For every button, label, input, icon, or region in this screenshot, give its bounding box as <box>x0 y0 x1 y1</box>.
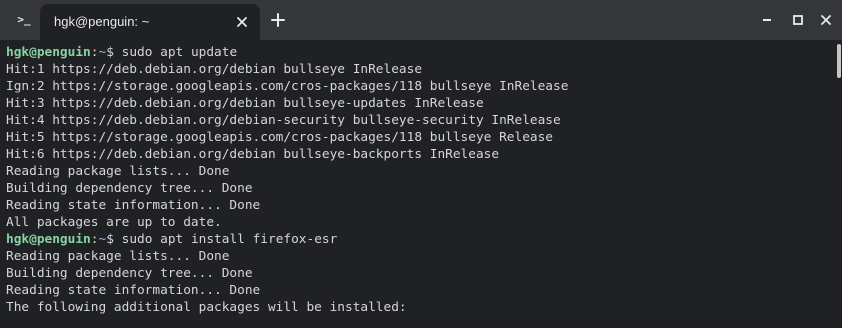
output-line: Reading package lists... Done <box>6 164 230 179</box>
output-line: Building dependency tree... Done <box>6 181 253 196</box>
prompt-line: hgk@penguin:~$ sudo apt update <box>6 44 836 61</box>
close-icon[interactable] <box>234 14 250 30</box>
scrollbar-thumb[interactable] <box>837 44 841 78</box>
output-line: Ign:2 https://storage.googleapis.com/cro… <box>6 79 569 94</box>
output-line: All packages are up to date. <box>6 215 222 230</box>
output-line: Building dependency tree... Done <box>6 266 253 281</box>
terminal-output[interactable]: hgk@penguin:~$ sudo apt update Hit:1 htt… <box>0 40 836 328</box>
prompt-user: hgk@penguin <box>6 45 91 60</box>
prompt-line: hgk@penguin:~$ sudo apt install firefox-… <box>6 231 836 248</box>
terminal-icon[interactable]: >_ <box>13 10 35 30</box>
minimize-icon[interactable] <box>760 13 774 27</box>
terminal-window: >_ hgk@penguin: ~ hgk@penguin:~$ sudo ap… <box>0 0 842 328</box>
tab-title: hgk@penguin: ~ <box>54 14 150 29</box>
command-text: sudo apt update <box>121 45 238 60</box>
prompt-symbol: $ <box>106 45 122 60</box>
tab-terminal[interactable]: hgk@penguin: ~ <box>40 4 260 40</box>
output-line: Hit:1 https://deb.debian.org/debian bull… <box>6 62 423 77</box>
output-line: Hit:5 https://storage.googleapis.com/cro… <box>6 130 554 145</box>
prompt-user: hgk@penguin <box>6 232 91 247</box>
output-line: Hit:4 https://deb.debian.org/debian-secu… <box>6 113 561 128</box>
output-line: Reading state information... Done <box>6 198 261 213</box>
output-line: Hit:6 https://deb.debian.org/debian bull… <box>6 147 500 162</box>
output-line: The following additional packages will b… <box>6 300 407 315</box>
output-line: Hit:3 https://deb.debian.org/debian bull… <box>6 96 484 111</box>
tab-bar: >_ hgk@penguin: ~ <box>0 0 842 40</box>
command-text: sudo apt install firefox-esr <box>121 232 338 247</box>
scrollbar-track[interactable] <box>836 40 842 328</box>
plus-icon[interactable] <box>270 12 286 28</box>
output-line: Reading state information... Done <box>6 283 261 298</box>
maximize-icon[interactable] <box>791 13 805 27</box>
output-line: Reading package lists... Done <box>6 249 230 264</box>
close-icon[interactable] <box>819 13 833 27</box>
prompt-symbol: $ <box>106 232 122 247</box>
